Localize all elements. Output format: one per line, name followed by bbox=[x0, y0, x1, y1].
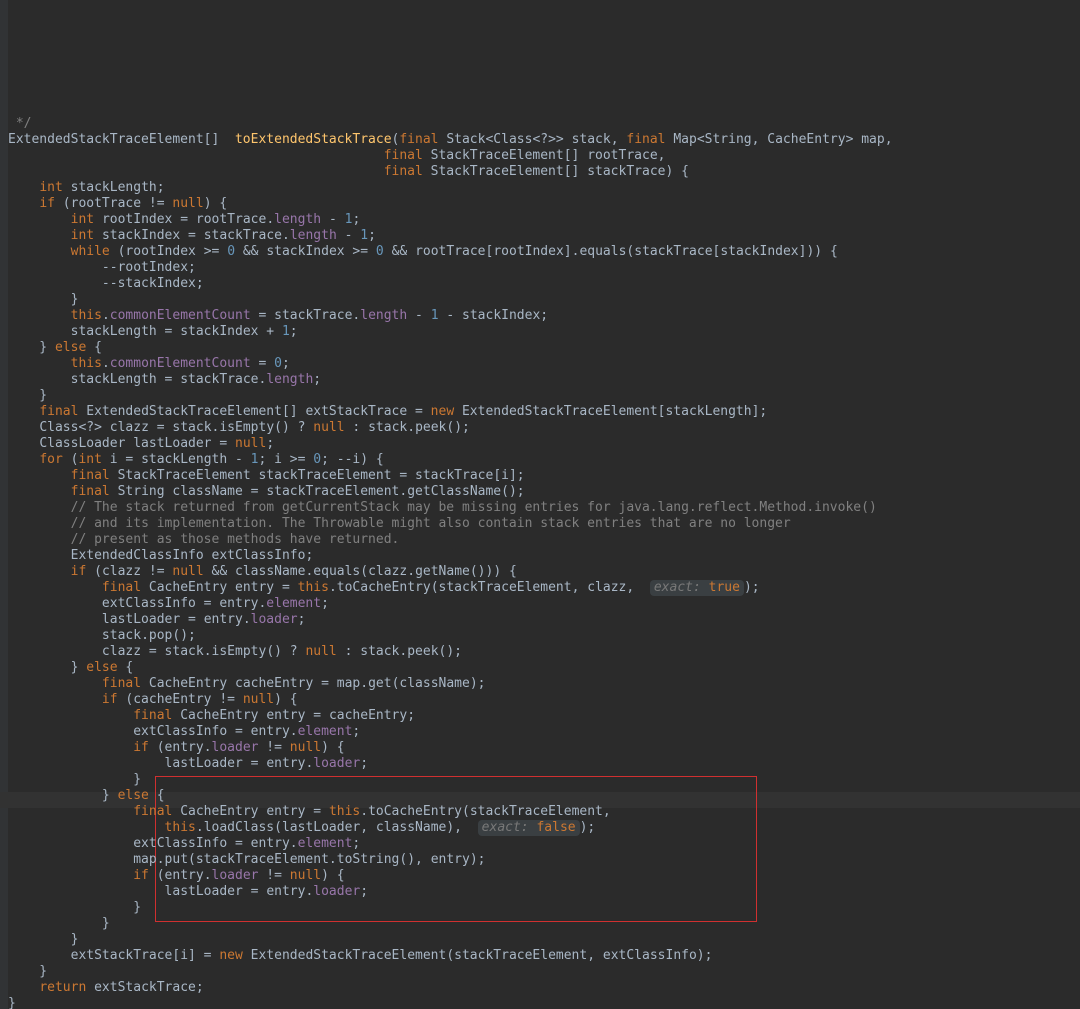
code-line: int stackIndex = stackTrace.length - 1; bbox=[8, 228, 376, 243]
code-line: final CacheEntry entry = this.toCacheEnt… bbox=[8, 804, 611, 819]
code-line: extStackTrace[i] = new ExtendedStackTrac… bbox=[8, 948, 712, 963]
code-line: this.loadClass(lastLoader, className), e… bbox=[8, 820, 595, 835]
code-line: map.put(stackTraceElement.toString(), en… bbox=[8, 852, 485, 867]
code-line: final CacheEntry cacheEntry = map.get(cl… bbox=[8, 676, 486, 691]
code-line: int rootIndex = rootTrace.length - 1; bbox=[8, 212, 360, 227]
code-line: final CacheEntry entry = cacheEntry; bbox=[8, 708, 415, 723]
comment-line: // and its implementation. The Throwable… bbox=[8, 516, 791, 531]
code-line: this.commonElementCount = 0; bbox=[8, 356, 290, 371]
code-line: } else { bbox=[8, 340, 102, 355]
code-line: } else { bbox=[8, 788, 165, 803]
code-lines: */ ExtendedStackTraceElement[] toExtende… bbox=[8, 100, 1072, 1009]
comment-line: */ bbox=[8, 116, 31, 131]
gutter bbox=[0, 0, 8, 1009]
code-line: extClassInfo = entry.element; bbox=[8, 596, 329, 611]
code-line: final CacheEntry entry = this.toCacheEnt… bbox=[8, 580, 760, 595]
code-line: clazz = stack.isEmpty() ? null : stack.p… bbox=[8, 644, 462, 659]
comment-line: // The stack returned from getCurrentSta… bbox=[8, 500, 877, 515]
code-line: if (rootTrace != null) { bbox=[8, 196, 227, 211]
code-line: ExtendedStackTraceElement[] toExtendedSt… bbox=[8, 132, 893, 147]
code-line: } else { bbox=[8, 660, 133, 675]
code-line: } bbox=[8, 932, 78, 947]
comment-line: // present as those methods have returne… bbox=[8, 532, 399, 547]
code-line: } bbox=[8, 996, 16, 1009]
code-line: lastLoader = entry.loader; bbox=[8, 756, 368, 771]
code-line: lastLoader = entry.loader; bbox=[8, 884, 368, 899]
code-line: } bbox=[8, 916, 110, 931]
code-line: } bbox=[8, 388, 47, 403]
code-line: final StackTraceElement[] stackTrace) { bbox=[8, 164, 689, 179]
code-line: } bbox=[8, 964, 47, 979]
code-line: --stackIndex; bbox=[8, 276, 204, 291]
code-line: extClassInfo = entry.element; bbox=[8, 724, 360, 739]
code-line: for (int i = stackLength - 1; i >= 0; --… bbox=[8, 452, 384, 467]
code-line: --rootIndex; bbox=[8, 260, 196, 275]
code-line: final StackTraceElement[] rootTrace, bbox=[8, 148, 665, 163]
code-line: extClassInfo = entry.element; bbox=[8, 836, 360, 851]
code-line: } bbox=[8, 292, 78, 307]
code-line: while (rootIndex >= 0 && stackIndex >= 0… bbox=[8, 244, 838, 259]
code-line: stack.pop(); bbox=[8, 628, 196, 643]
code-line: stackLength = stackTrace.length; bbox=[8, 372, 321, 387]
code-line: lastLoader = entry.loader; bbox=[8, 612, 305, 627]
code-line: if (entry.loader != null) { bbox=[8, 740, 345, 755]
code-line: int stackLength; bbox=[8, 180, 165, 195]
code-line: Class<?> clazz = stack.isEmpty() ? null … bbox=[8, 420, 470, 435]
code-line: final StackTraceElement stackTraceElemen… bbox=[8, 468, 525, 483]
code-line: return extStackTrace; bbox=[8, 980, 204, 995]
code-line: } bbox=[8, 772, 141, 787]
code-line: final String className = stackTraceEleme… bbox=[8, 484, 525, 499]
code-line: } bbox=[8, 900, 141, 915]
code-line: if (cacheEntry != null) { bbox=[8, 692, 298, 707]
code-line: final ExtendedStackTraceElement[] extSta… bbox=[8, 404, 767, 419]
code-line: ClassLoader lastLoader = null; bbox=[8, 436, 274, 451]
code-line: ExtendedClassInfo extClassInfo; bbox=[8, 548, 313, 563]
code-line: if (clazz != null && className.equals(cl… bbox=[8, 564, 517, 579]
code-editor[interactable]: */ ExtendedStackTraceElement[] toExtende… bbox=[0, 0, 1080, 1009]
code-line: stackLength = stackIndex + 1; bbox=[8, 324, 298, 339]
code-line: if (entry.loader != null) { bbox=[8, 868, 345, 883]
code-line: this.commonElementCount = stackTrace.len… bbox=[8, 308, 548, 323]
